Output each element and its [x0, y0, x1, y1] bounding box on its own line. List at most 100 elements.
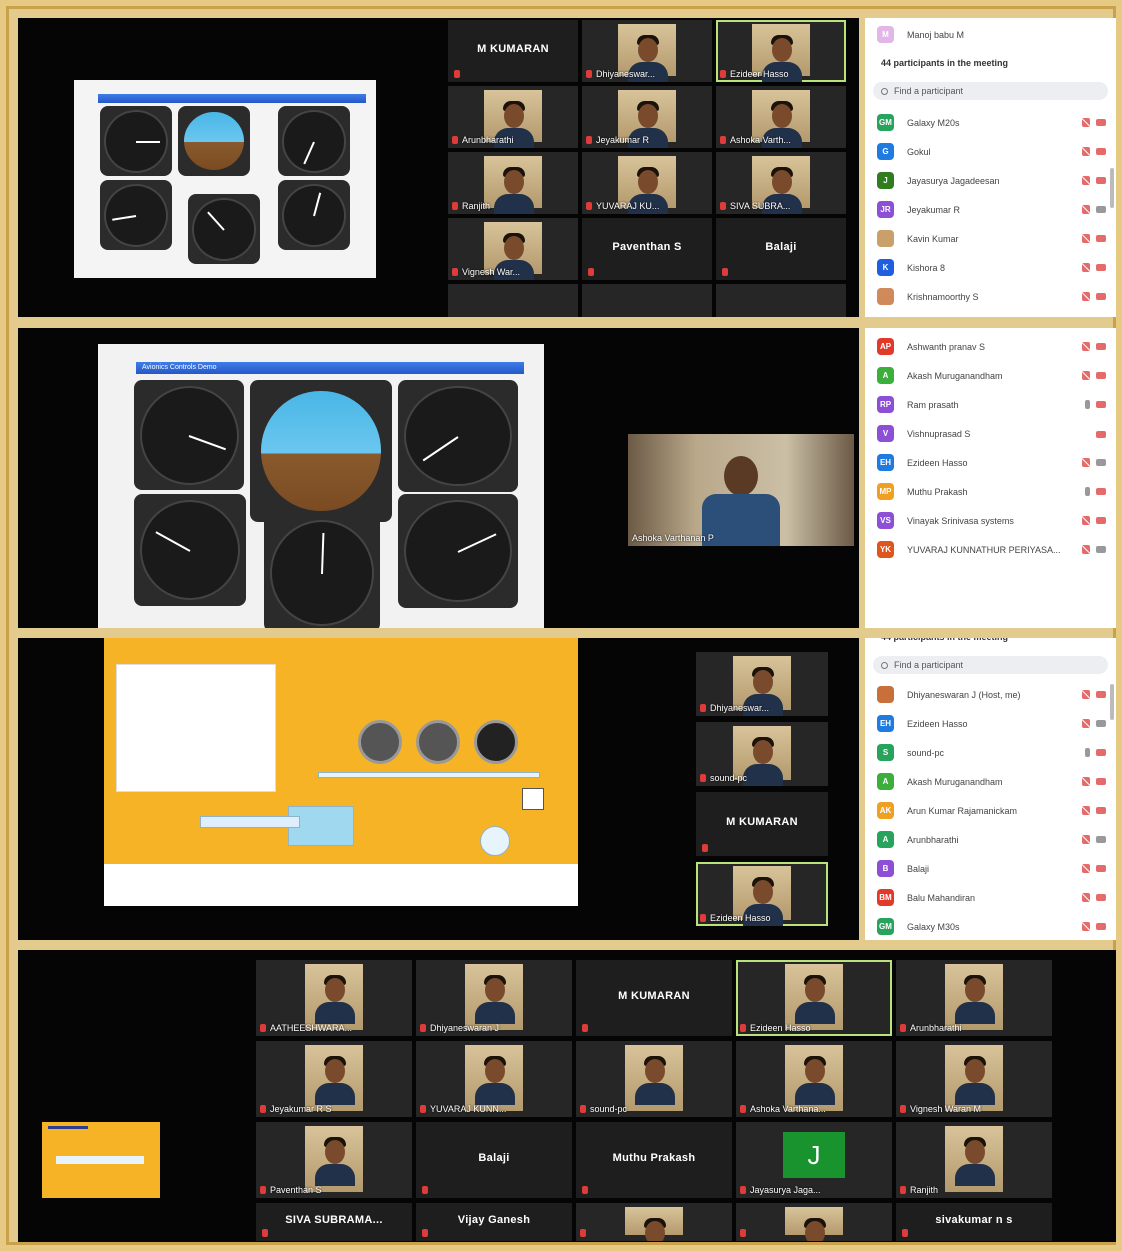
video-tile[interactable]: Vignesh Waran M: [896, 1041, 1052, 1117]
video-tile[interactable]: Balaji: [416, 1122, 572, 1198]
video-tile[interactable]: SIVA SUBRAMA...: [256, 1203, 412, 1241]
mic-icon[interactable]: [1085, 487, 1090, 496]
video-tile[interactable]: Paventhan S: [256, 1122, 412, 1198]
mic-muted-icon[interactable]: [1082, 922, 1090, 931]
mic-muted-icon[interactable]: [1082, 205, 1090, 214]
participant-row[interactable]: GM Galaxy M20s: [865, 108, 1116, 137]
participant-row-host[interactable]: M Manoj babu M: [865, 20, 1116, 49]
participant-row[interactable]: BM Balu Mahandiran: [865, 883, 1116, 912]
camera-off-icon[interactable]: [1096, 749, 1106, 756]
mic-muted-icon[interactable]: [1082, 719, 1090, 728]
participant-row[interactable]: AK Arun Kumar Rajamanickam: [865, 796, 1116, 825]
participant-row[interactable]: Dhiyaneswaran J (Host, me): [865, 680, 1116, 709]
mic-muted-icon[interactable]: [1082, 342, 1090, 351]
video-tile[interactable]: M KUMARAN: [696, 792, 828, 856]
camera-off-icon[interactable]: [1096, 119, 1106, 126]
video-tile[interactable]: sivakumar n s: [896, 1203, 1052, 1241]
scrollbar[interactable]: [1110, 168, 1114, 208]
video-tile[interactable]: J Jayasurya Jaga...: [736, 1122, 892, 1198]
video-tile[interactable]: Arunbharathi: [896, 960, 1052, 1036]
mic-muted-icon[interactable]: [1082, 545, 1090, 554]
camera-off-icon[interactable]: [1096, 894, 1106, 901]
camera-off-icon[interactable]: [1096, 264, 1106, 271]
video-tile[interactable]: [576, 1203, 732, 1241]
video-tile[interactable]: Paventhan S: [582, 218, 712, 280]
video-tile[interactable]: Ezideen Hasso: [736, 960, 892, 1036]
participant-row[interactable]: V Vishnuprasad S: [865, 419, 1116, 448]
camera-off-icon[interactable]: [1096, 293, 1106, 300]
camera-off-icon[interactable]: [1096, 923, 1106, 930]
participant-row[interactable]: EH Ezideen Hasso: [865, 709, 1116, 738]
camera-off-icon[interactable]: [1096, 517, 1106, 524]
video-tile[interactable]: YUVARAJ KUNN...: [416, 1041, 572, 1117]
mic-muted-icon[interactable]: [1082, 690, 1090, 699]
video-tile[interactable]: Jeyakumar R S: [256, 1041, 412, 1117]
participant-row[interactable]: MP Muthu Prakash: [865, 477, 1116, 506]
camera-icon[interactable]: [1096, 836, 1106, 843]
shared-slide-thumbnail[interactable]: [42, 1122, 160, 1198]
mic-muted-icon[interactable]: [1082, 234, 1090, 243]
video-tile[interactable]: Dhiyaneswar...: [696, 652, 828, 716]
camera-off-icon[interactable]: [1096, 401, 1106, 408]
participant-row[interactable]: A Arunbharathi: [865, 825, 1116, 854]
camera-off-icon[interactable]: [1096, 865, 1106, 872]
camera-off-icon[interactable]: [1096, 343, 1106, 350]
video-tile[interactable]: Ranjith: [448, 152, 578, 214]
video-tile[interactable]: Vijay Ganesh: [416, 1203, 572, 1241]
video-tile[interactable]: Jeyakumar R: [582, 86, 712, 148]
find-participant-input[interactable]: Find a participant: [873, 656, 1108, 674]
video-tile[interactable]: Ashoka Varth...: [716, 86, 846, 148]
camera-icon[interactable]: [1096, 459, 1106, 466]
video-tile[interactable]: SIVA SUBRA...: [716, 152, 846, 214]
participant-row[interactable]: JR Jeyakumar R: [865, 195, 1116, 224]
video-tile[interactable]: AATHEESHWARA...: [256, 960, 412, 1036]
camera-icon[interactable]: [1096, 720, 1106, 727]
mic-muted-icon[interactable]: [1082, 263, 1090, 272]
video-tile[interactable]: YUVARAJ KU...: [582, 152, 712, 214]
camera-off-icon[interactable]: [1096, 430, 1106, 438]
participant-row[interactable]: B Balaji: [865, 854, 1116, 883]
video-tile[interactable]: Dhiyaneswaran J: [416, 960, 572, 1036]
participant-row[interactable]: K Kishora 8: [865, 253, 1116, 282]
mic-icon[interactable]: [1085, 400, 1090, 409]
video-tile[interactable]: [448, 284, 578, 317]
camera-off-icon[interactable]: [1096, 372, 1106, 379]
camera-icon[interactable]: [1096, 546, 1106, 553]
video-tile[interactable]: M KUMARAN: [576, 960, 732, 1036]
scrollbar[interactable]: [1110, 684, 1114, 720]
participant-row[interactable]: A Akash Muruganandham: [865, 361, 1116, 390]
camera-off-icon[interactable]: [1096, 488, 1106, 495]
video-tile[interactable]: Balaji: [716, 218, 846, 280]
participant-row[interactable]: AP Ashwanth pranav S: [865, 332, 1116, 361]
mic-muted-icon[interactable]: [1082, 893, 1090, 902]
video-tile[interactable]: Ranjith: [896, 1122, 1052, 1198]
camera-icon[interactable]: [1096, 206, 1106, 213]
video-tile[interactable]: [716, 284, 846, 317]
participant-row[interactable]: GM Galaxy M30s: [865, 912, 1116, 940]
participant-row[interactable]: A Akash Muruganandham: [865, 767, 1116, 796]
video-tile[interactable]: Ezideen Hasso: [696, 862, 828, 926]
camera-off-icon[interactable]: [1096, 235, 1106, 242]
participant-row[interactable]: EH Ezideen Hasso: [865, 448, 1116, 477]
participant-row[interactable]: Kavin Kumar: [865, 224, 1116, 253]
mic-muted-icon[interactable]: [1082, 292, 1090, 301]
participant-row[interactable]: Ssound-pc: [865, 738, 1116, 767]
mic-muted-icon[interactable]: [1082, 777, 1090, 786]
mic-icon[interactable]: [1085, 748, 1090, 757]
mic-muted-icon[interactable]: [1082, 458, 1090, 467]
find-participant-input[interactable]: Find a participant: [873, 82, 1108, 100]
participant-row[interactable]: Krishnamoorthy S: [865, 282, 1116, 311]
video-tile[interactable]: sound-pc: [576, 1041, 732, 1117]
camera-off-icon[interactable]: [1096, 778, 1106, 785]
video-tile[interactable]: M KUMARAN: [448, 20, 578, 82]
participant-row[interactable]: VS Vinayak Srinivasa systems: [865, 506, 1116, 535]
video-tile[interactable]: Arunbharathi: [448, 86, 578, 148]
camera-off-icon[interactable]: [1096, 807, 1106, 814]
video-tile[interactable]: Muthu Prakash: [576, 1122, 732, 1198]
participant-row[interactable]: YK YUVARAJ KUNNATHUR PERIYASA...: [865, 535, 1116, 564]
video-tile[interactable]: Ashoka Varthana...: [736, 1041, 892, 1117]
participant-row[interactable]: G Gokul: [865, 137, 1116, 166]
camera-off-icon[interactable]: [1096, 177, 1106, 184]
video-tile[interactable]: Ezideer Hasso: [716, 20, 846, 82]
video-tile[interactable]: [736, 1203, 892, 1241]
